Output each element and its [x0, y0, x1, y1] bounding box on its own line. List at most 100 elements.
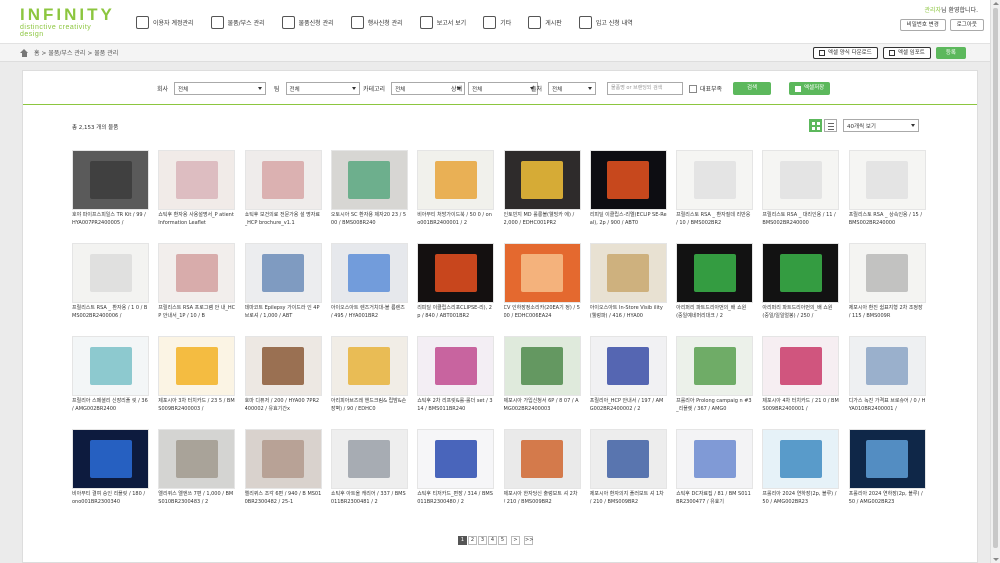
product-thumbnail[interactable] — [503, 336, 581, 396]
product-caption[interactable]: 아이오스아트 렌즈거치대-블 름렌즈 / 495 / HYA001BR2 — [331, 304, 408, 321]
product-thumbnail[interactable] — [417, 243, 495, 303]
product-caption[interactable]: 아리퍼리 파트드리아먼의_배 쇼원 (중일/일일얼봉) / 250 / — [762, 304, 839, 321]
product-thumbnail[interactable] — [244, 243, 322, 303]
warehouse-select[interactable]: 전체 — [548, 82, 597, 95]
product-card[interactable]: 리피딜 이클립스리포CLIPSE-리), 2p / 840 / ABT001BR… — [417, 243, 495, 329]
product-card[interactable]: 쇼틱후 DC자료집 / 81 / BM S011BR2300477 / 유효기 — [676, 429, 754, 515]
product-thumbnail[interactable] — [417, 336, 495, 396]
product-caption[interactable]: 제포시아 가입신청서 6P / 8 07 / AMG002BR2400003 — [504, 397, 581, 414]
product-card[interactable]: 프릴리스트 RSA _ 환자용 / 1 0 / BMS002BR2400006 … — [72, 243, 149, 329]
product-caption[interactable]: 제포시아 환자의지 플러보트 셔 1차 / 210 / BMS009BR2 — [590, 490, 667, 507]
product-card[interactable]: 제포시아 환자의지 플러보트 셔 1차 / 210 / BMS009BR2 — [589, 429, 667, 515]
product-caption[interactable]: 리피딜 이클립스-리엘(ECLIP SE-Real), 2p / 900 / A… — [590, 211, 667, 228]
next-page-button[interactable]: > — [511, 536, 520, 545]
product-card[interactable]: 아이오스아트 In-Store Visib ility (웰렁파) / 416 … — [589, 243, 667, 329]
nav-item-7[interactable]: 게시판 — [528, 10, 562, 34]
product-thumbnail[interactable] — [848, 429, 926, 489]
product-card[interactable]: 인토빈지 MD 롤롱볼(웰빙카 에) / 2,000 / EDHC001PR2 — [503, 150, 581, 236]
product-card[interactable]: CV 인하장정소리카(20EA기 정) / 500 / EDHC006EA24 — [503, 243, 581, 329]
product-caption[interactable]: 엘리퀴스 조각 6편 / 940 / B MS010BR2300482 / 25… — [245, 490, 322, 507]
product-thumbnail[interactable] — [589, 150, 667, 210]
product-thumbnail[interactable] — [72, 429, 149, 489]
product-caption[interactable]: 프릴리아 스페셜리 신장리플 릿 / 36 / AMG002BR2400 — [72, 397, 149, 414]
product-caption[interactable]: 프릴리스트 RSA 프로그램 안 내_HCP 안내서_1P / 10 / B — [158, 304, 235, 321]
product-thumbnail[interactable] — [762, 336, 840, 396]
product-thumbnail[interactable] — [72, 150, 149, 210]
product-card[interactable]: 비아부티 처방가이드북 / 50 0 / ono001BR2400001 / 2 — [417, 150, 495, 236]
home-icon[interactable] — [20, 48, 29, 57]
product-caption[interactable]: 제포시아 환진 쉼표지형 2차 조정장 / 115 / BMS009R — [849, 304, 926, 321]
product-thumbnail[interactable] — [848, 150, 926, 210]
product-thumbnail[interactable] — [676, 429, 754, 489]
product-card[interactable]: 프릴리아 스페셜리 신장리플 릿 / 36 / AMG002BR2400 — [72, 336, 149, 422]
product-caption[interactable]: 디가스 녹진 가격표 브로슈어 / 0 / HYA010BR2400001 / — [849, 397, 926, 414]
product-thumbnail[interactable] — [330, 150, 408, 210]
product-thumbnail[interactable] — [244, 336, 322, 396]
product-card[interactable]: 엘리퀴스 조각 6편 / 940 / B MS010BR2300482 / 25… — [244, 429, 322, 515]
product-card[interactable]: 리피딜 이클립스-리엘(ECLIP SE-Real), 2p / 900 / A… — [589, 150, 667, 236]
product-thumbnail[interactable] — [676, 243, 754, 303]
page-button[interactable]: 2 — [468, 536, 477, 545]
product-thumbnail[interactable] — [589, 429, 667, 489]
product-card[interactable]: 제포시아 3차 터치카드 / 23 5 / BMS009BR2400003 / — [158, 336, 236, 422]
product-card[interactable]: 프릴리스토 RSA _ 대리인용 / 11 / BMS002BR240000 — [762, 150, 840, 236]
product-card[interactable]: 제포시아 한자당신 출렁보트 셔 2차 / 210 / BMS009BR2 — [503, 429, 581, 515]
product-thumbnail[interactable] — [417, 429, 495, 489]
change-password-button[interactable]: 비밀번호 변경 — [899, 19, 946, 31]
list-view-icon[interactable] — [824, 119, 837, 132]
nav-item-3[interactable]: 물품신청 관리 — [281, 10, 334, 34]
product-card[interactable]: 프롤리아 2024 연하장(2p, 블루) / 50 / AMG002BR23 — [848, 429, 926, 515]
register-button[interactable]: 등록 — [935, 47, 966, 59]
search-button[interactable]: 검색 — [733, 82, 772, 95]
product-card[interactable]: 아이오스아트 렌즈거치대-블 름렌즈 / 495 / HYA001BR2 — [330, 243, 408, 329]
product-card[interactable]: 아리피아브즈레 핸드크림& 립밤&손장벽) / 90 / EDHC0 — [330, 336, 408, 422]
excel-import-button[interactable]: 엑셀 임포트 — [882, 47, 931, 59]
product-thumbnail[interactable] — [848, 243, 926, 303]
vertical-scrollbar[interactable] — [990, 0, 1000, 563]
product-thumbnail[interactable] — [762, 429, 840, 489]
representative-checkbox[interactable] — [689, 84, 697, 93]
product-caption[interactable]: 쇼틱후 보건의료 전문가용 설 명자료_HCP brochure_v1.1 — [245, 211, 322, 228]
page-button[interactable]: 5 — [498, 536, 507, 545]
product-caption[interactable]: 아이오스아트 In-Store Visib ility (웰렁파) / 416 … — [590, 304, 667, 321]
product-thumbnail[interactable] — [503, 429, 581, 489]
product-card[interactable]: 오토시아 SC 환자용 제자20 23 / 500 / BMS008R240 — [330, 150, 408, 236]
product-caption[interactable]: 리피딜 이클립스리포CLIPSE-리), 2p / 840 / ABT001BR… — [417, 304, 494, 321]
product-caption[interactable]: 비아부티 결여 승인 리플릿 / 180 / ono001BR2300340 — [72, 490, 149, 507]
product-card[interactable]: 쇼틱후 보건의료 전문가용 설 명자료_HCP brochure_v1.1 — [244, 150, 322, 236]
product-caption[interactable]: 프릴리아_HCP 안내서 / 197 / AMG002BR2400002 / 2 — [590, 397, 667, 414]
per-page-select[interactable]: 40개씩 보기 — [843, 119, 919, 132]
page-button[interactable]: 1 — [458, 536, 467, 545]
product-card[interactable]: 프롤리아 Prolong campaig n #3_리플렛 / 367 / AM… — [676, 336, 754, 422]
product-card[interactable]: 제포시아 4차 터치카드 / 21 0 / BMS009BR2400001 / — [762, 336, 840, 422]
product-thumbnail[interactable] — [72, 336, 149, 396]
product-thumbnail[interactable] — [503, 150, 581, 210]
product-caption[interactable]: 프릴리스토 RSA _ 대리인용 / 11 / BMS002BR240000 — [762, 211, 839, 228]
product-card[interactable]: 호마 디퓨저 / 200 / HYA00 7PR2400002 / 유효기간x — [244, 336, 322, 422]
page-button[interactable]: 4 — [488, 536, 497, 545]
nav-item-4[interactable]: 행사신청 관리 — [350, 10, 403, 34]
product-caption[interactable]: 인토빈지 MD 롤롱볼(웰빙카 에) / 2,000 / EDHC001PR2 — [504, 211, 581, 228]
product-card[interactable]: 쇼틱후 티저카드_편장 / 314 / BMS011BR2300480 / 2 — [417, 429, 495, 515]
product-card[interactable]: 디가스 녹진 가격표 브로슈어 / 0 / HYA010BR2400001 / — [848, 336, 926, 422]
product-thumbnail[interactable] — [244, 429, 322, 489]
product-thumbnail[interactable] — [158, 243, 236, 303]
product-thumbnail[interactable] — [158, 336, 236, 396]
product-caption[interactable]: 아리퍼리 파트드리아먼의_배 쇼원 (중일예네머리대크 / 2 — [676, 304, 753, 321]
logo[interactable]: INFINITY distinctive creativity design — [20, 6, 112, 39]
nav-item-6[interactable]: 기타 — [483, 10, 511, 34]
search-input[interactable]: 물품명 or 브랜딩되 검색 — [607, 82, 683, 95]
team-select[interactable]: 전체 — [285, 82, 360, 95]
product-caption[interactable]: 엘리퀴스 엘엔쓰 7편 / 1,000 / BMS010BR2300483 / … — [158, 490, 235, 507]
nav-item-2[interactable]: 물품/부스 관리 — [210, 10, 265, 34]
product-card[interactable]: 쇼틱후 환자용 사용설명서_P atient Information Leafl… — [158, 150, 236, 236]
product-caption[interactable]: 쇼틱후 티저카드_편장 / 314 / BMS011BR2300480 / 2 — [417, 490, 494, 507]
product-card[interactable]: 프롤리아 2024 연하장(2p, 블루) / 50 / AMG002BR23 — [762, 429, 840, 515]
nav-item-1[interactable]: 이용자 계정관리 — [136, 10, 194, 34]
product-thumbnail[interactable] — [417, 150, 495, 210]
product-thumbnail[interactable] — [848, 336, 926, 396]
product-thumbnail[interactable] — [762, 150, 840, 210]
nav-item-8[interactable]: 입고 신청 내역 — [578, 10, 633, 34]
status-select[interactable]: 전체 — [468, 82, 539, 95]
scroll-up-icon[interactable] — [993, 2, 999, 5]
